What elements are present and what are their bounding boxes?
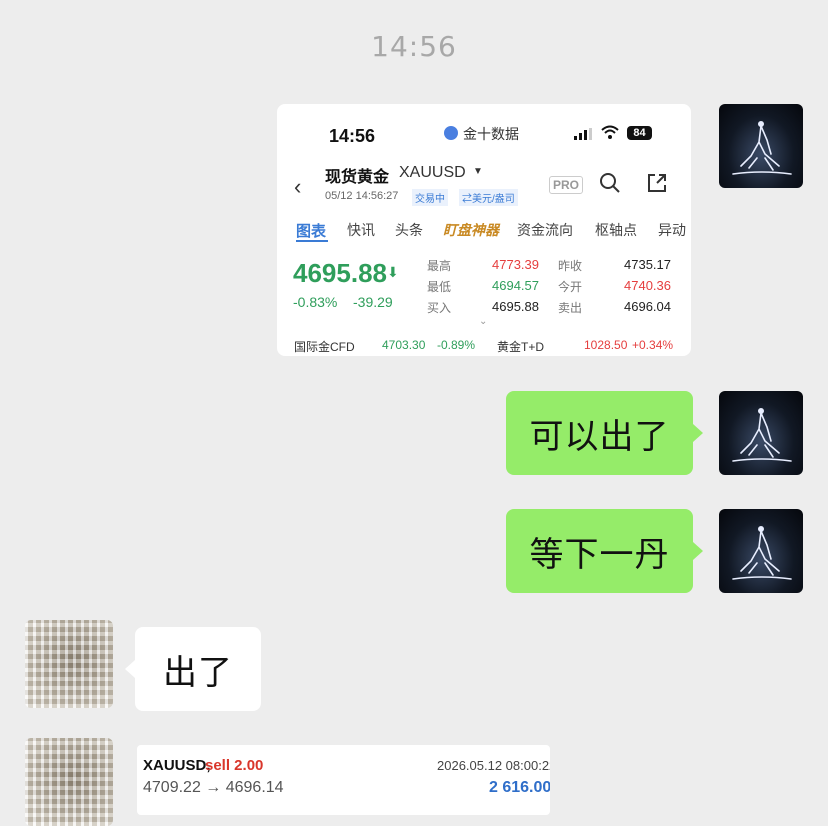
contact-avatar[interactable] <box>25 620 113 708</box>
message-text: 出了 <box>163 652 233 693</box>
instrument-title: 现货黄金 <box>325 169 390 186</box>
tab-fund-flow[interactable]: 资金流向 <box>517 220 573 240</box>
chat-timestamp: 14:56 <box>371 30 457 63</box>
unit-badge[interactable]: ⇄美元/盎司 <box>459 189 518 206</box>
low-value: 4694.57 <box>492 278 539 293</box>
message-bubble-sent[interactable]: 可以出了 <box>506 391 703 475</box>
tab-movement[interactable]: 异动 <box>658 220 686 240</box>
signal-icon <box>574 127 592 145</box>
avatar-figure-icon <box>732 408 792 462</box>
app-logo-icon <box>444 126 458 140</box>
trade-record-message[interactable]: XAUUSD, sell 2.00 2026.05.12 08:00:22 47… <box>137 745 550 815</box>
high-value: 4773.39 <box>492 257 539 272</box>
battery-indicator: 84 <box>627 126 652 140</box>
high-label: 最高 <box>427 259 452 273</box>
message-bubble-received[interactable]: 出了 <box>125 627 261 711</box>
td-change: +0.34% <box>632 338 674 352</box>
sell-value: 4696.04 <box>624 299 671 314</box>
active-tab-indicator <box>296 240 328 242</box>
cfd-label: 国际金CFD <box>294 340 355 354</box>
sell-label: 卖出 <box>558 301 583 315</box>
message-text: 可以出了 <box>529 416 670 457</box>
prev-close-label: 昨收 <box>558 259 583 273</box>
avatar-figure-icon <box>732 526 792 580</box>
td-label: 黄金T+D <box>497 340 545 354</box>
cfd-price: 4703.30 <box>382 338 426 352</box>
expand-chevron-icon[interactable]: ⌄ <box>479 316 487 327</box>
tab-chart[interactable]: 图表 <box>296 220 326 241</box>
low-label: 最低 <box>427 280 452 294</box>
instrument-symbol[interactable]: XAUUSD <box>399 164 466 182</box>
share-icon[interactable] <box>646 172 668 199</box>
back-icon[interactable]: ‹ <box>294 174 301 200</box>
open-label: 今开 <box>558 280 583 294</box>
trade-profit: 2 616.00 <box>489 779 550 796</box>
tab-flash[interactable]: 快讯 <box>347 220 375 240</box>
open-value: 4740.36 <box>624 278 671 293</box>
arrow-down-icon: ⬇ <box>387 264 399 280</box>
quote-datetime: 05/12 14:56:27 <box>325 190 399 202</box>
buy-value: 4695.88 <box>492 299 539 314</box>
message-text: 等下一丹 <box>529 534 670 575</box>
trade-datetime: 2026.05.12 08:00:22 <box>437 758 550 773</box>
message-bubble-sent[interactable]: 等下一丹 <box>506 509 703 593</box>
status-app-name: 金十数据 <box>463 126 519 142</box>
wifi-icon <box>601 125 619 144</box>
current-price: 4695.88 <box>293 258 387 288</box>
self-avatar[interactable] <box>719 104 803 188</box>
trade-status-badge: 交易中 <box>412 189 448 206</box>
td-price: 1028.50 <box>584 338 628 352</box>
trade-price-route: 4709.22 → 4696.14 <box>143 779 284 796</box>
change-absolute: -39.29 <box>353 294 393 310</box>
search-icon[interactable] <box>599 172 621 199</box>
change-percent: -0.83% <box>293 294 338 310</box>
trade-side: sell 2.00 <box>205 757 264 774</box>
prev-close-value: 4735.17 <box>624 257 671 272</box>
trade-symbol: XAUUSD, <box>143 757 211 774</box>
self-avatar[interactable] <box>719 509 803 593</box>
contact-avatar[interactable] <box>25 738 113 826</box>
pro-badge[interactable]: PRO <box>549 176 584 194</box>
status-time: 14:56 <box>329 126 376 146</box>
tab-headlines[interactable]: 头条 <box>395 220 423 240</box>
self-avatar[interactable] <box>719 391 803 475</box>
tab-pivot[interactable]: 枢轴点 <box>595 220 637 240</box>
cfd-change: -0.89% <box>437 338 476 352</box>
tab-watch-tool[interactable]: 盯盘神器 <box>443 220 499 240</box>
chevron-down-icon[interactable]: ▼ <box>473 166 483 177</box>
avatar-figure-icon <box>732 121 792 175</box>
screenshot-image-message[interactable]: 14:56 金十数据 84 ‹ 现货黄金 XAUUSD ▼ 05/12 14:5… <box>277 104 691 356</box>
buy-label: 买入 <box>427 301 452 315</box>
